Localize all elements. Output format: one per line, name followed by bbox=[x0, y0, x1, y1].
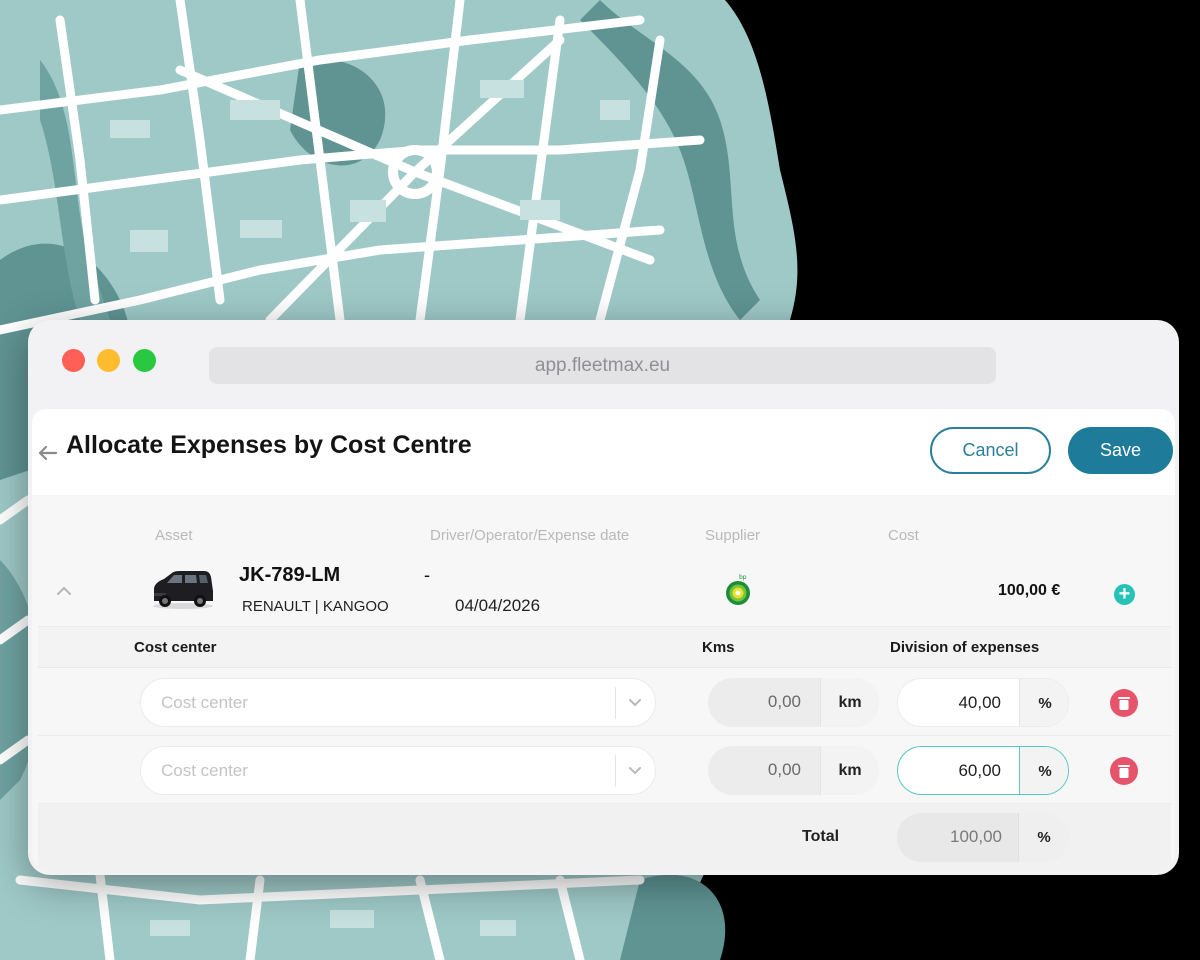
total-unit: % bbox=[1018, 813, 1069, 862]
driver-name: - bbox=[424, 565, 430, 585]
kms-unit: km bbox=[820, 678, 879, 727]
total-value: 100,00 bbox=[950, 827, 1002, 846]
kms-field[interactable]: 0,00 km bbox=[708, 678, 879, 727]
column-header-asset: Asset bbox=[155, 527, 193, 544]
column-header-cost: Cost bbox=[888, 527, 919, 544]
division-value: 60,00 bbox=[958, 761, 1001, 780]
cost-center-placeholder: Cost center bbox=[161, 693, 248, 712]
chevron-up-icon[interactable] bbox=[56, 585, 72, 597]
expense-row: JK-789-LM RENAULT | KANGOO - 04/04/2026 … bbox=[32, 559, 1175, 625]
maximize-window-button[interactable] bbox=[133, 349, 156, 372]
cost-center-placeholder: Cost center bbox=[161, 761, 248, 780]
division-unit: % bbox=[1019, 747, 1068, 794]
address-bar[interactable]: app.fleetmax.eu bbox=[209, 347, 996, 384]
select-divider bbox=[615, 755, 616, 787]
expense-cost: 100,00 € bbox=[998, 582, 1061, 599]
kms-value: 0,00 bbox=[767, 760, 801, 779]
minimize-window-button[interactable] bbox=[97, 349, 120, 372]
kms-field[interactable]: 0,00 km bbox=[708, 746, 879, 795]
app-content: Allocate Expenses by Cost Centre Cancel … bbox=[32, 409, 1175, 871]
save-button[interactable]: Save bbox=[1068, 427, 1173, 474]
header-kms: Kms bbox=[702, 639, 735, 656]
allocation-row: Cost center 0,00 km 40,00 % bbox=[38, 669, 1171, 736]
allocation-table: Cost center Kms Division of expenses Cos… bbox=[38, 626, 1171, 871]
page-title: Allocate Expenses by Cost Centre bbox=[66, 431, 472, 459]
header-division: Division of expenses bbox=[890, 639, 1040, 656]
cost-center-select[interactable]: Cost center bbox=[140, 746, 656, 795]
allocation-row: Cost center 0,00 km 60,00 % bbox=[38, 737, 1171, 804]
trash-icon bbox=[1118, 765, 1130, 778]
total-label: Total bbox=[802, 828, 840, 845]
chevron-down-icon[interactable] bbox=[628, 697, 642, 707]
division-value: 40,00 bbox=[958, 693, 1001, 712]
kms-unit: km bbox=[820, 746, 879, 795]
header-cost-center: Cost center bbox=[134, 639, 217, 656]
svg-text:bp: bp bbox=[739, 574, 747, 581]
total-row: Total 100,00 % bbox=[38, 804, 1171, 871]
cost-center-select[interactable]: Cost center bbox=[140, 678, 656, 727]
division-field[interactable]: 40,00 % bbox=[897, 678, 1069, 727]
column-header-driver: Driver/Operator/Expense date bbox=[430, 527, 630, 544]
kms-value: 0,00 bbox=[767, 692, 801, 711]
delete-row-button[interactable] bbox=[1110, 757, 1138, 785]
cancel-button[interactable]: Cancel bbox=[930, 427, 1051, 474]
division-unit: % bbox=[1019, 679, 1068, 726]
close-window-button[interactable] bbox=[62, 349, 85, 372]
allocation-header: Cost center Kms Division of expenses bbox=[38, 626, 1171, 668]
browser-window: app.fleetmax.eu Allocate Expenses by Cos… bbox=[28, 320, 1179, 875]
bp-logo-icon: bp bbox=[726, 574, 750, 605]
page-header: Allocate Expenses by Cost Centre Cancel … bbox=[32, 409, 1175, 495]
expense-date: 04/04/2026 bbox=[455, 596, 541, 615]
asset-model: RENAULT | KANGOO bbox=[242, 598, 389, 615]
asset-plate: JK-789-LM bbox=[239, 564, 341, 586]
division-field[interactable]: 60,00 % bbox=[897, 746, 1069, 795]
column-header-supplier: Supplier bbox=[705, 527, 761, 544]
total-field: 100,00 % bbox=[897, 813, 1069, 862]
chevron-down-icon[interactable] bbox=[628, 765, 642, 775]
delete-row-button[interactable] bbox=[1110, 689, 1138, 717]
trash-icon bbox=[1118, 697, 1130, 710]
back-arrow-icon[interactable] bbox=[36, 442, 58, 464]
add-allocation-button[interactable]: + bbox=[1114, 584, 1135, 605]
select-divider bbox=[615, 687, 616, 719]
van-image bbox=[153, 571, 213, 609]
